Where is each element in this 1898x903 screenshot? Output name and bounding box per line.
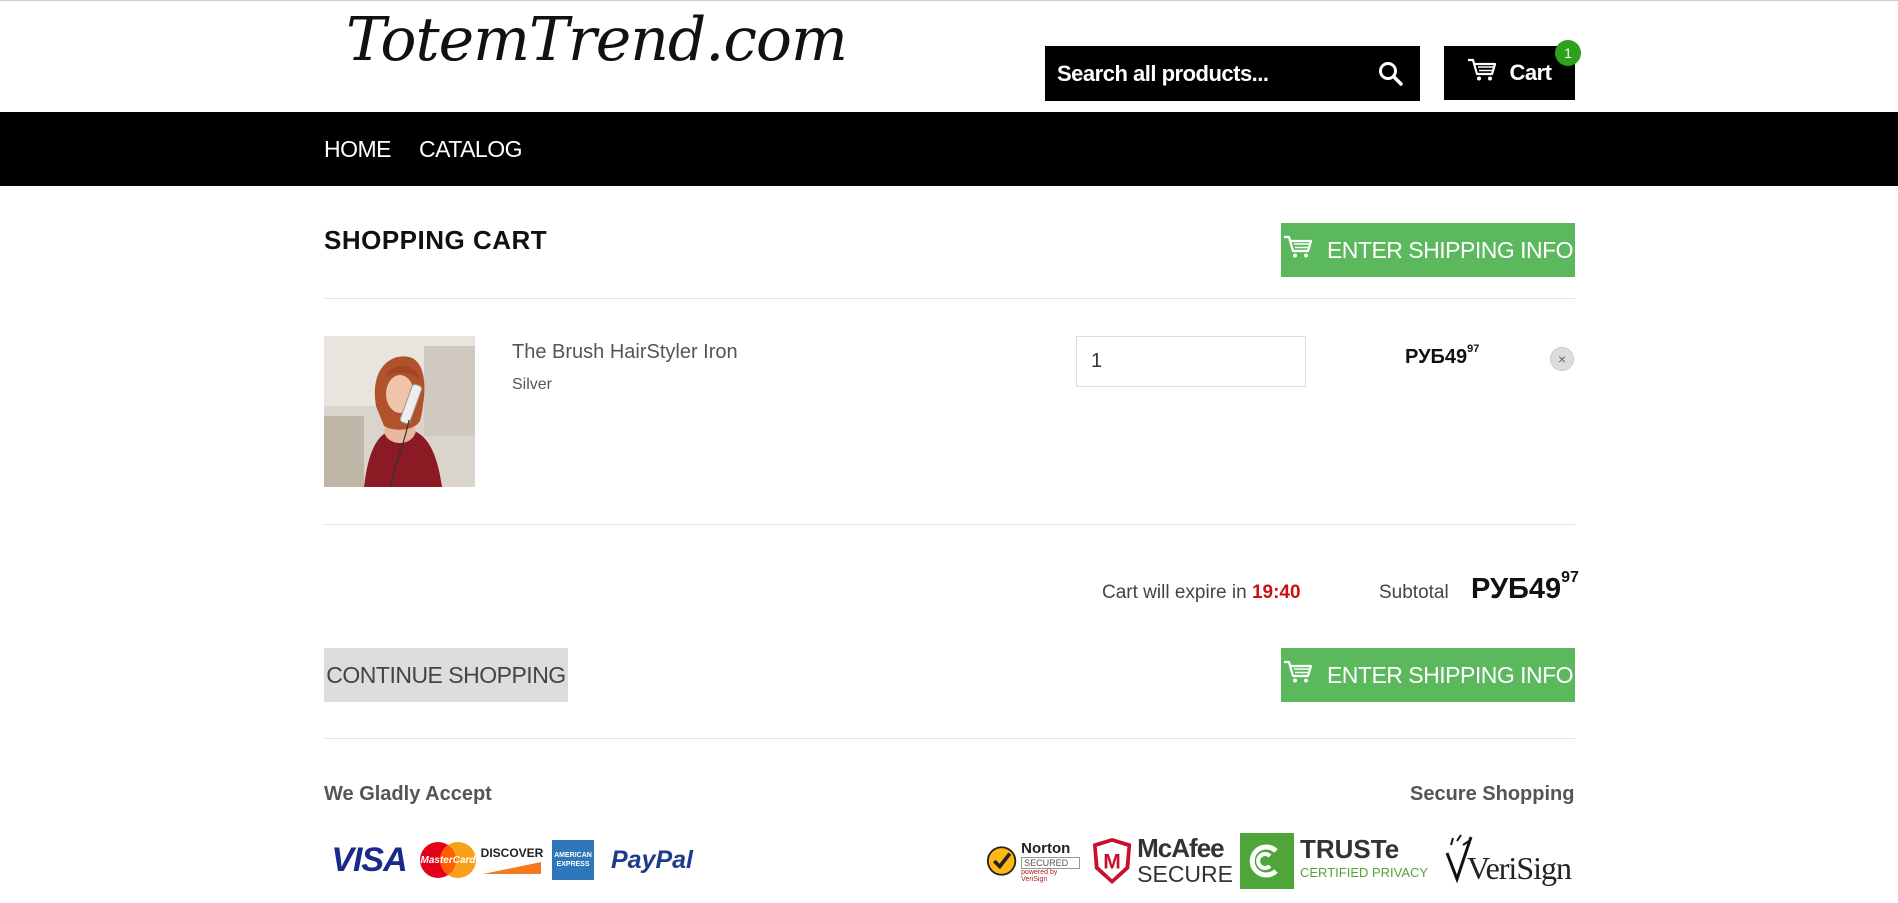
close-icon: × [1557,351,1567,367]
continue-shopping-button[interactable]: CONTINUE SHOPPING [324,648,568,702]
discover-logo: DISCOVER [481,840,543,880]
search-input[interactable] [1057,60,1374,87]
nav-catalog[interactable]: CATALOG [419,136,523,163]
visa-logo: VISA [331,840,407,879]
divider [324,524,1575,525]
button-label: CONTINUE SHOPPING [326,661,566,688]
product-name-link[interactable]: The Brush HairStyler Iron [512,341,738,364]
paypal-logo: PayPal [610,845,693,874]
norton-logo: Norton SECURED powered by VeriSign [986,832,1080,890]
quantity-input[interactable] [1076,336,1306,387]
cart-count-badge: 1 [1555,40,1581,66]
secure-heading: Secure Shopping [1410,783,1575,805]
cart-label: Cart [1509,60,1552,85]
cart-icon [1283,235,1313,265]
cart-icon [1283,660,1313,690]
payment-heading: We Gladly Accept [324,783,492,805]
subtotal-value: РУБ4997 [1471,569,1579,605]
search-icon[interactable] [1374,57,1408,91]
mastercard-logo: MasterCard [417,840,479,880]
button-label: ENTER SHIPPING INFO [1326,661,1574,688]
enter-shipping-button-bottom[interactable]: ENTER SHIPPING INFO [1281,648,1575,702]
cart-icon [1467,58,1497,88]
button-label: ENTER SHIPPING INFO [1326,236,1574,263]
divider [324,738,1575,739]
svg-text:M: M [1103,851,1121,874]
enter-shipping-button-top[interactable]: ENTER SHIPPING INFO [1281,223,1575,277]
remove-item-button[interactable]: × [1550,347,1574,371]
verisign-logo: VeriSign [1443,832,1575,890]
cart-expire-notice: Cart will expire in 19:40 [1102,582,1301,603]
search-bar [1045,46,1420,101]
page-title: SHOPPING CART [324,225,548,255]
expire-timer: 19:40 [1251,582,1301,603]
amex-logo: AMERICAN EXPRESS [552,840,594,880]
subtotal-label: Subtotal [1379,582,1449,603]
nav-home[interactable]: HOME [324,136,392,163]
site-logo[interactable]: TotemTrend.com [346,4,848,76]
top-border [0,0,1898,1]
main-nav: HOME CATALOG [0,112,1898,186]
truste-logo: TRUSTe CERTIFIED PRIVACY [1240,832,1436,890]
divider [324,298,1575,299]
mcafee-logo: M McAfee SECURE [1091,832,1233,890]
product-variant: Silver [512,376,553,393]
product-image[interactable] [324,336,475,487]
item-price: РУБ4997 [1405,343,1480,368]
